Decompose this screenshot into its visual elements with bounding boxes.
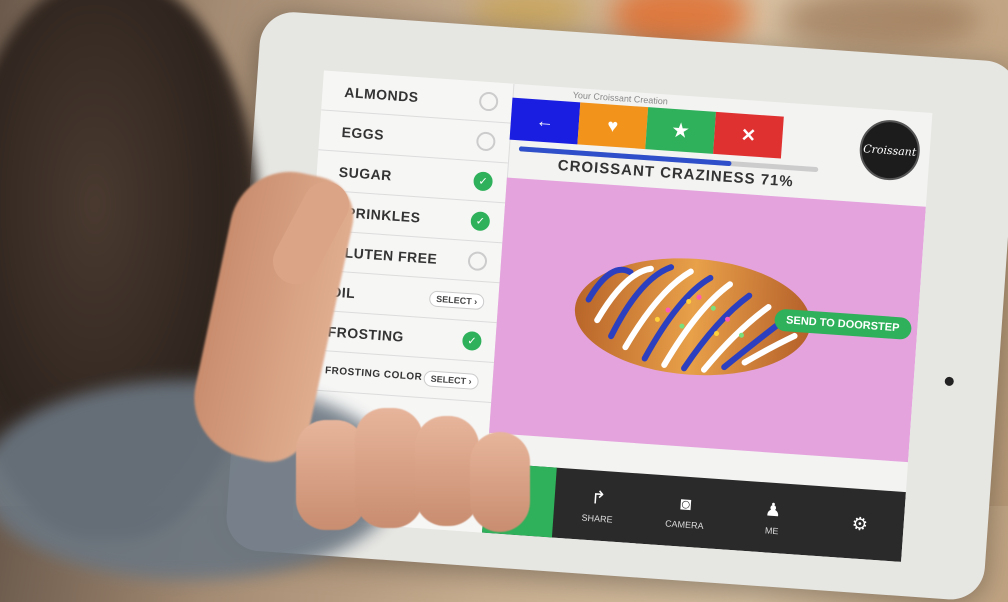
checkbox[interactable] (467, 251, 488, 272)
checkbox[interactable]: ✓ (470, 211, 491, 232)
finger (470, 432, 530, 532)
tab-label: CAMERA (664, 518, 704, 532)
option-label: SUGAR (338, 163, 393, 183)
tab-settings[interactable]: ⚙ (814, 486, 906, 562)
camera-icon: ◙ (679, 493, 692, 515)
option-label: GLUTEN FREE (332, 243, 438, 267)
brand-logo: Croissant (857, 118, 922, 183)
tab-me[interactable]: ♟ ME (726, 480, 818, 556)
gear-icon: ⚙ (851, 512, 869, 534)
star-button[interactable]: ★ (645, 107, 716, 154)
select-button[interactable]: SELECT › (423, 369, 480, 390)
front-camera (944, 376, 955, 387)
checkbox[interactable] (478, 91, 499, 112)
option-label: ALMONDS (343, 83, 420, 105)
checkbox[interactable]: ✓ (461, 330, 483, 352)
close-icon: ✕ (740, 124, 757, 146)
option-label: FROSTING COLOR (324, 365, 423, 384)
close-button[interactable]: ✕ (713, 111, 784, 159)
checkbox[interactable] (475, 131, 497, 152)
back-button[interactable]: ← (509, 97, 581, 145)
option-label: FROSTING (327, 322, 405, 345)
tab-label: SHARE (581, 512, 613, 525)
creation-panel: Your Croissant Creation ← ♥ ★ ✕ Croissant C… (482, 84, 932, 562)
option-label: EGGS (341, 123, 385, 143)
arrow-left-icon: ← (535, 109, 555, 132)
preview-canvas: SEND TO DOORSTEP (489, 177, 926, 463)
tab-camera[interactable]: ◙ CAMERA (639, 474, 731, 550)
person-icon: ♟ (764, 499, 782, 521)
tab-label: ME (764, 525, 779, 537)
heart-icon: ♥ (606, 114, 619, 136)
finger (355, 408, 423, 528)
star-icon: ★ (671, 119, 690, 141)
favorite-button[interactable]: ♥ (577, 102, 649, 150)
checkbox[interactable]: ✓ (472, 171, 494, 192)
background-bokeh (780, 0, 980, 50)
bottom-tab-bar: ⌂↱SHARE◙CAMERA♟ME⚙ (482, 462, 906, 562)
select-button[interactable]: SELECT › (428, 289, 485, 310)
